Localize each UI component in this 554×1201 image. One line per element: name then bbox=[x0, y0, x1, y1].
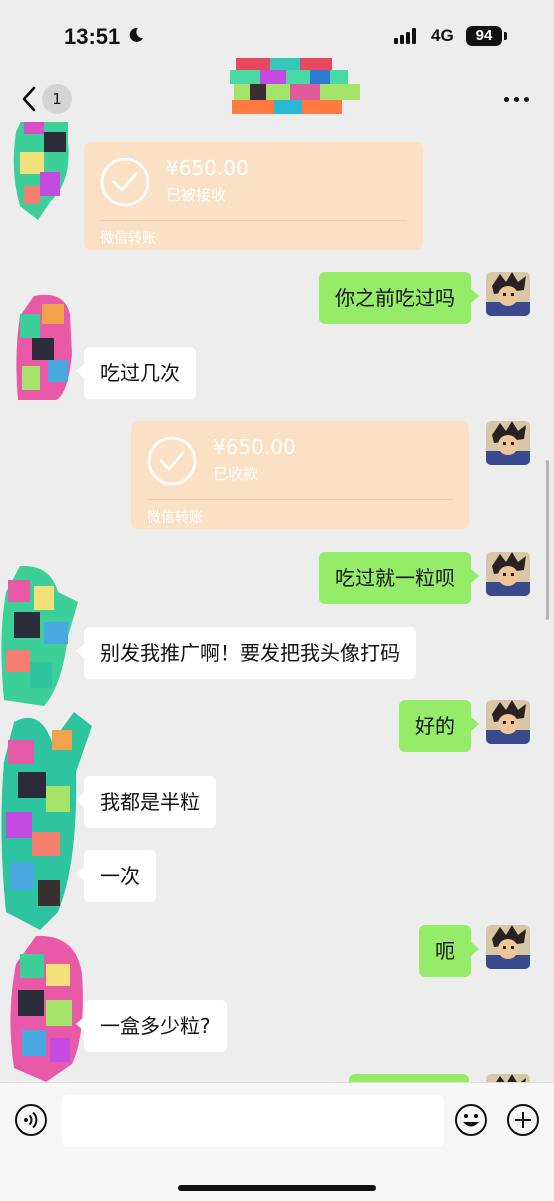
transfer-amount: ¥650.00 bbox=[213, 435, 296, 459]
redacted-avatar bbox=[1, 566, 78, 706]
redacted-contact-name bbox=[230, 58, 360, 114]
emoji-icon[interactable] bbox=[454, 1103, 488, 1137]
message-bubble-incoming[interactable]: 别发我推广啊！要发把我头像打码 bbox=[76, 627, 416, 679]
message-bubble-outgoing[interactable]: 好的 bbox=[399, 700, 479, 752]
message-input[interactable] bbox=[62, 1095, 444, 1147]
message-bubble-outgoing[interactable]: 你之前吃过吗 bbox=[319, 272, 479, 324]
redacted-avatar bbox=[13, 122, 69, 220]
redacted-avatar bbox=[16, 294, 72, 400]
moon-icon bbox=[129, 27, 143, 42]
transfer-amount: ¥650.00 bbox=[166, 156, 249, 180]
check-circle-icon bbox=[147, 436, 197, 486]
divider bbox=[100, 220, 407, 221]
home-indicator bbox=[178, 1185, 376, 1191]
transfer-card-collected[interactable]: ¥650.00 已收款 微信转账 bbox=[131, 421, 469, 529]
scrollbar[interactable] bbox=[546, 460, 549, 620]
self-avatar[interactable] bbox=[486, 552, 530, 596]
plus-icon[interactable] bbox=[506, 1103, 540, 1137]
message-bubble-incoming[interactable]: 我都是半粒 bbox=[76, 776, 216, 828]
input-bar bbox=[0, 1082, 554, 1201]
transfer-label: 微信转账 bbox=[147, 510, 203, 526]
self-avatar[interactable] bbox=[486, 272, 530, 316]
status-time: 13:51 bbox=[64, 24, 121, 49]
battery-tip bbox=[504, 32, 507, 40]
redacted-avatar bbox=[10, 935, 83, 1082]
message-bubble-incoming[interactable]: 一次 bbox=[76, 850, 156, 902]
divider bbox=[147, 499, 453, 500]
message-list[interactable]: ¥650.00 已被接收 微信转账 你之前吃过吗 吃过几次 ¥650.00 已收… bbox=[0, 122, 554, 1082]
unread-count-badge[interactable]: 1 bbox=[42, 84, 72, 114]
transfer-status: 已收款 bbox=[213, 465, 259, 483]
message-bubble-incoming[interactable]: 一盒多少粒? bbox=[76, 1000, 227, 1052]
network-type: 4G bbox=[431, 26, 454, 45]
message-bubble-incoming[interactable]: 吃过几次 bbox=[76, 347, 196, 399]
message-bubble-outgoing[interactable]: 吃过就一粒呗 bbox=[319, 552, 479, 604]
message-bubble-outgoing[interactable]: 呃 bbox=[419, 925, 479, 977]
redacted-avatar bbox=[1, 712, 92, 930]
voice-icon[interactable] bbox=[14, 1103, 48, 1137]
battery-level: 94 bbox=[466, 26, 502, 46]
self-avatar[interactable] bbox=[486, 925, 530, 969]
self-avatar[interactable] bbox=[486, 700, 530, 744]
more-icon[interactable] bbox=[500, 84, 534, 114]
self-avatar[interactable] bbox=[486, 1074, 530, 1082]
transfer-label: 微信转账 bbox=[100, 231, 156, 247]
message-bubble-outgoing-partial[interactable] bbox=[349, 1074, 469, 1082]
chat-header: 1 bbox=[0, 58, 554, 122]
transfer-status: 已被接收 bbox=[166, 186, 227, 204]
self-avatar[interactable] bbox=[486, 421, 530, 465]
back-chevron-icon[interactable] bbox=[18, 82, 40, 116]
check-circle-icon bbox=[100, 157, 150, 207]
transfer-card-received[interactable]: ¥650.00 已被接收 微信转账 bbox=[84, 142, 423, 250]
